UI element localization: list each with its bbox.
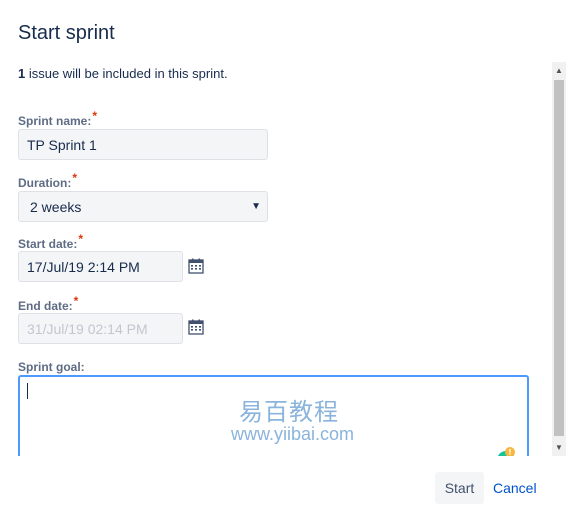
form-scroll-area: Sprint name:* TP Sprint 1 Duration:* 2 w… [0, 90, 552, 456]
text-cursor [27, 383, 28, 399]
start-button[interactable]: Start [435, 472, 484, 504]
dialog-title: Start sprint [18, 22, 115, 44]
scroll-up-arrow-icon[interactable]: ▲ [552, 66, 566, 75]
watermark-url: www.yiibai.com [231, 424, 355, 444]
duration-select[interactable]: 2 weeks ▼ [18, 191, 268, 222]
end-date-label: End date:* [18, 294, 79, 313]
duration-label: Duration:* [18, 171, 77, 190]
scrollbar-thumb[interactable] [554, 80, 564, 436]
watermark-text: 易百教程 [239, 398, 339, 426]
chevron-down-icon: ▼ [251, 201, 261, 212]
sprint-name-label: Sprint name:* [18, 109, 98, 128]
grammarly-icon[interactable] [497, 447, 515, 456]
required-marker: * [78, 232, 84, 246]
dialog-scrollbar[interactable]: ▲ ▼ [552, 62, 566, 456]
issue-count-text: 1 issue will be included in this sprint. [18, 66, 228, 81]
end-date-input: 31/Jul/19 02:14 PM [18, 313, 183, 344]
cancel-button[interactable]: Cancel [493, 480, 537, 496]
calendar-icon[interactable] [188, 319, 204, 335]
calendar-icon[interactable] [188, 258, 204, 274]
scroll-down-arrow-icon[interactable]: ▼ [552, 443, 566, 452]
start-date-input[interactable]: 17/Jul/19 2:14 PM [18, 251, 183, 282]
start-date-label: Start date:* [18, 232, 84, 251]
required-marker: * [92, 109, 98, 123]
required-marker: * [72, 171, 77, 185]
issue-count-label: issue will be included in this sprint. [25, 66, 228, 81]
required-marker: * [73, 294, 79, 308]
sprint-name-input[interactable]: TP Sprint 1 [18, 129, 268, 160]
sprint-goal-label: Sprint goal: [18, 360, 85, 374]
